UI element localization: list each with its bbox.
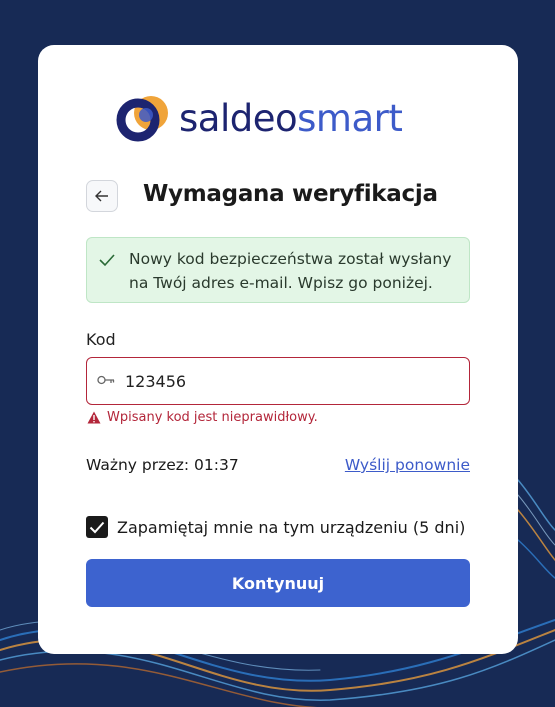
arrow-left-icon [95, 190, 108, 202]
resend-link[interactable]: Wyślij ponownie [345, 456, 470, 474]
code-field [86, 357, 470, 405]
check-icon [99, 254, 115, 267]
logo-text-part1: saldeo [179, 96, 298, 140]
logo-text-part2: smart [297, 96, 403, 140]
page-title: Wymagana weryfikacja [143, 181, 438, 207]
error-message: Wpisany kod jest nieprawidłowy. [87, 410, 318, 425]
continue-button[interactable]: Kontynuuj [86, 559, 470, 607]
success-alert: Nowy kod bezpieczeństwa został wysłany n… [86, 237, 470, 303]
remember-device-checkbox[interactable]: Zapamiętaj mnie na tym urządzeniu (5 dni… [86, 516, 465, 538]
warning-icon [87, 411, 101, 424]
checkmark-icon [89, 521, 105, 533]
code-label: Kod [86, 330, 116, 349]
remember-label: Zapamiętaj mnie na tym urządzeniu (5 dni… [117, 517, 466, 537]
validity-timer: Ważny przez: 01:37 [86, 456, 239, 474]
checkbox[interactable] [86, 516, 108, 538]
saldeosmart-logo: saldeosmart [116, 93, 403, 143]
alert-message: Nowy kod bezpieczeństwa został wysłany n… [129, 250, 452, 292]
logo-mark-icon [116, 96, 168, 142]
error-text: Wpisany kod jest nieprawidłowy. [107, 410, 318, 425]
key-icon [97, 375, 115, 385]
verification-card: saldeosmart Wymagana weryfikacja Nowy ko… [38, 45, 518, 654]
back-button[interactable] [86, 180, 118, 212]
code-input[interactable] [125, 358, 455, 404]
